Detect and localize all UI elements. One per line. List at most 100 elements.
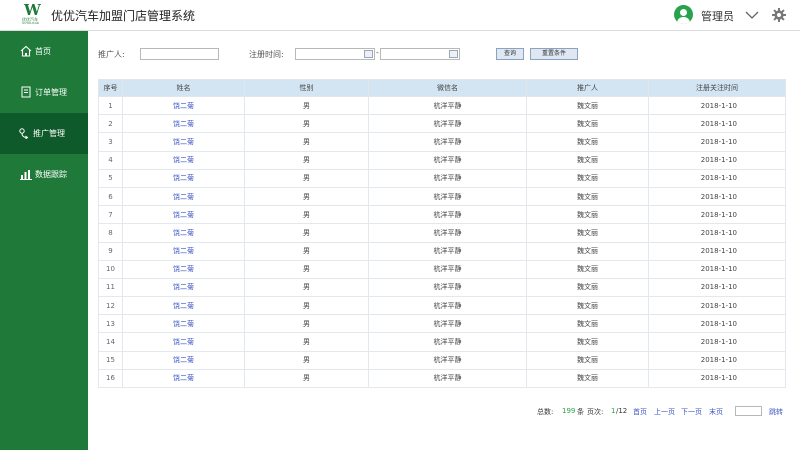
row-number: 13 (98, 314, 123, 334)
first-page-link[interactable]: 首页 (633, 407, 647, 417)
prev-page-link[interactable]: 上一页 (654, 407, 675, 417)
total-pages: /12 (616, 407, 628, 415)
table-row[interactable]: 10 饶二菊男杭洋平静 魏文丽 2018-1-10 (98, 259, 786, 279)
row-number: 16 (98, 368, 123, 389)
date-start-input[interactable] (295, 48, 375, 60)
current-page: 1 (611, 407, 616, 415)
row-number: 4 (98, 150, 123, 170)
sidebar-item-orders[interactable]: 订单管理 (0, 72, 88, 113)
col-header-name: 姓名 (122, 79, 245, 97)
table-row[interactable]: 2 饶二菊男杭洋平静 魏文丽 2018-1-10 (98, 114, 786, 134)
row-reg-time: 2018-1-10 (648, 95, 786, 116)
table-row[interactable]: 16 饶二菊男杭洋平静 魏文丽 2018-1-10 (98, 368, 786, 389)
table-row[interactable]: 12 饶二菊男杭洋平静 魏文丽 2018-1-10 (98, 296, 786, 316)
row-name-link[interactable]: 饶二菊 (122, 241, 245, 261)
row-gender: 男 (244, 132, 369, 152)
jump-link[interactable]: 跳转 (769, 407, 783, 417)
logo-text-en: UUYOUCAR (22, 21, 39, 25)
date-end-input[interactable] (380, 48, 460, 60)
col-header-no: 序号 (98, 79, 123, 97)
row-name-link[interactable]: 饶二菊 (122, 277, 245, 298)
calendar-icon[interactable] (449, 50, 458, 58)
row-promoter: 魏文丽 (526, 296, 649, 316)
row-gender: 男 (244, 205, 369, 225)
row-name-link[interactable]: 饶二菊 (122, 332, 245, 352)
page-number-input[interactable] (735, 406, 762, 416)
row-wechat-name: 杭洋平静 (368, 332, 527, 352)
row-promoter: 魏文丽 (526, 132, 649, 152)
row-wechat-name: 杭洋平静 (368, 114, 527, 134)
row-gender: 男 (244, 95, 369, 116)
row-number: 12 (98, 296, 123, 316)
table-row[interactable]: 7 饶二菊男杭洋平静 魏文丽 2018-1-10 (98, 205, 786, 225)
row-number: 7 (98, 205, 123, 225)
order-icon (21, 86, 31, 98)
user-name[interactable]: 管理员 (701, 8, 734, 24)
gear-icon[interactable] (772, 8, 786, 22)
table-row[interactable]: 15 饶二菊男杭洋平静 魏文丽 2018-1-10 (98, 350, 786, 370)
row-wechat-name: 杭洋平静 (368, 150, 527, 170)
row-promoter: 魏文丽 (526, 205, 649, 225)
row-gender: 男 (244, 296, 369, 316)
row-name-link[interactable]: 饶二菊 (122, 150, 245, 170)
row-name-link[interactable]: 饶二菊 (122, 186, 245, 207)
promoter-input[interactable] (140, 48, 219, 60)
app-title: 优优汽车加盟门店管理系统 (51, 9, 196, 23)
row-name-link[interactable]: 饶二菊 (122, 95, 245, 116)
reset-button[interactable]: 重置条件 (530, 48, 578, 60)
col-header-gender: 性别 (244, 79, 369, 97)
table-row[interactable]: 6 饶二菊男杭洋平静 魏文丽 2018-1-10 (98, 186, 786, 207)
chart-icon (20, 170, 32, 180)
sidebar-item-home[interactable]: 首页 (0, 31, 88, 72)
row-wechat-name: 杭洋平静 (368, 223, 527, 243)
table-row[interactable]: 3 饶二菊男杭洋平静 魏文丽 2018-1-10 (98, 132, 786, 152)
row-name-link[interactable]: 饶二菊 (122, 223, 245, 243)
sidebar-item-promotion[interactable]: 推广管理 (0, 113, 88, 154)
row-name-link[interactable]: 饶二菊 (122, 168, 245, 188)
row-name-link[interactable]: 饶二菊 (122, 314, 245, 334)
row-reg-time: 2018-1-10 (648, 350, 786, 370)
row-wechat-name: 杭洋平静 (368, 314, 527, 334)
row-promoter: 魏文丽 (526, 114, 649, 134)
sidebar-item-label: 数据跟踪 (35, 170, 67, 179)
row-name-link[interactable]: 饶二菊 (122, 259, 245, 279)
table-row[interactable]: 5 饶二菊男杭洋平静 魏文丽 2018-1-10 (98, 168, 786, 188)
table-row[interactable]: 4 饶二菊男杭洋平静 魏文丽 2018-1-10 (98, 150, 786, 170)
query-button[interactable]: 查询 (496, 48, 524, 60)
row-reg-time: 2018-1-10 (648, 223, 786, 243)
table-row[interactable]: 9 饶二菊男杭洋平静 魏文丽 2018-1-10 (98, 241, 786, 261)
row-name-link[interactable]: 饶二菊 (122, 114, 245, 134)
table-header-row: 序号 姓名 性别 微信名 推广人 注册关注时间 (98, 79, 786, 97)
row-name-link[interactable]: 饶二菊 (122, 132, 245, 152)
total-label: 总数: (537, 408, 554, 416)
row-number: 3 (98, 132, 123, 152)
table-row[interactable]: 14 饶二菊男杭洋平静 魏文丽 2018-1-10 (98, 332, 786, 352)
row-name-link[interactable]: 饶二菊 (122, 296, 245, 316)
table-row[interactable]: 8 饶二菊男杭洋平静 魏文丽 2018-1-10 (98, 223, 786, 243)
chevron-down-icon[interactable] (745, 10, 759, 20)
row-name-link[interactable]: 饶二菊 (122, 368, 245, 389)
row-name-link[interactable]: 饶二菊 (122, 205, 245, 225)
row-wechat-name: 杭洋平静 (368, 186, 527, 207)
sidebar-item-label: 订单管理 (35, 88, 67, 97)
table-row[interactable]: 13 饶二菊男杭洋平静 魏文丽 2018-1-10 (98, 314, 786, 334)
table-row[interactable]: 1 饶二菊男杭洋平静 魏文丽 2018-1-10 (98, 95, 786, 116)
range-dash: - (376, 48, 379, 57)
row-wechat-name: 杭洋平静 (368, 259, 527, 279)
row-promoter: 魏文丽 (526, 277, 649, 298)
user-avatar-icon[interactable] (674, 5, 693, 24)
total-value: 199 (562, 407, 576, 415)
next-page-link[interactable]: 下一页 (681, 407, 702, 417)
row-name-link[interactable]: 饶二菊 (122, 350, 245, 370)
logo-letter: W (24, 1, 41, 19)
sidebar-item-data-tracking[interactable]: 数据跟踪 (0, 154, 88, 195)
row-number: 8 (98, 223, 123, 243)
row-promoter: 魏文丽 (526, 368, 649, 389)
last-page-link[interactable]: 末页 (709, 407, 723, 417)
table-row[interactable]: 11 饶二菊男杭洋平静 魏文丽 2018-1-10 (98, 277, 786, 298)
calendar-icon[interactable] (364, 50, 373, 58)
row-gender: 男 (244, 114, 369, 134)
row-number: 1 (98, 95, 123, 116)
row-promoter: 魏文丽 (526, 350, 649, 370)
row-promoter: 魏文丽 (526, 223, 649, 243)
